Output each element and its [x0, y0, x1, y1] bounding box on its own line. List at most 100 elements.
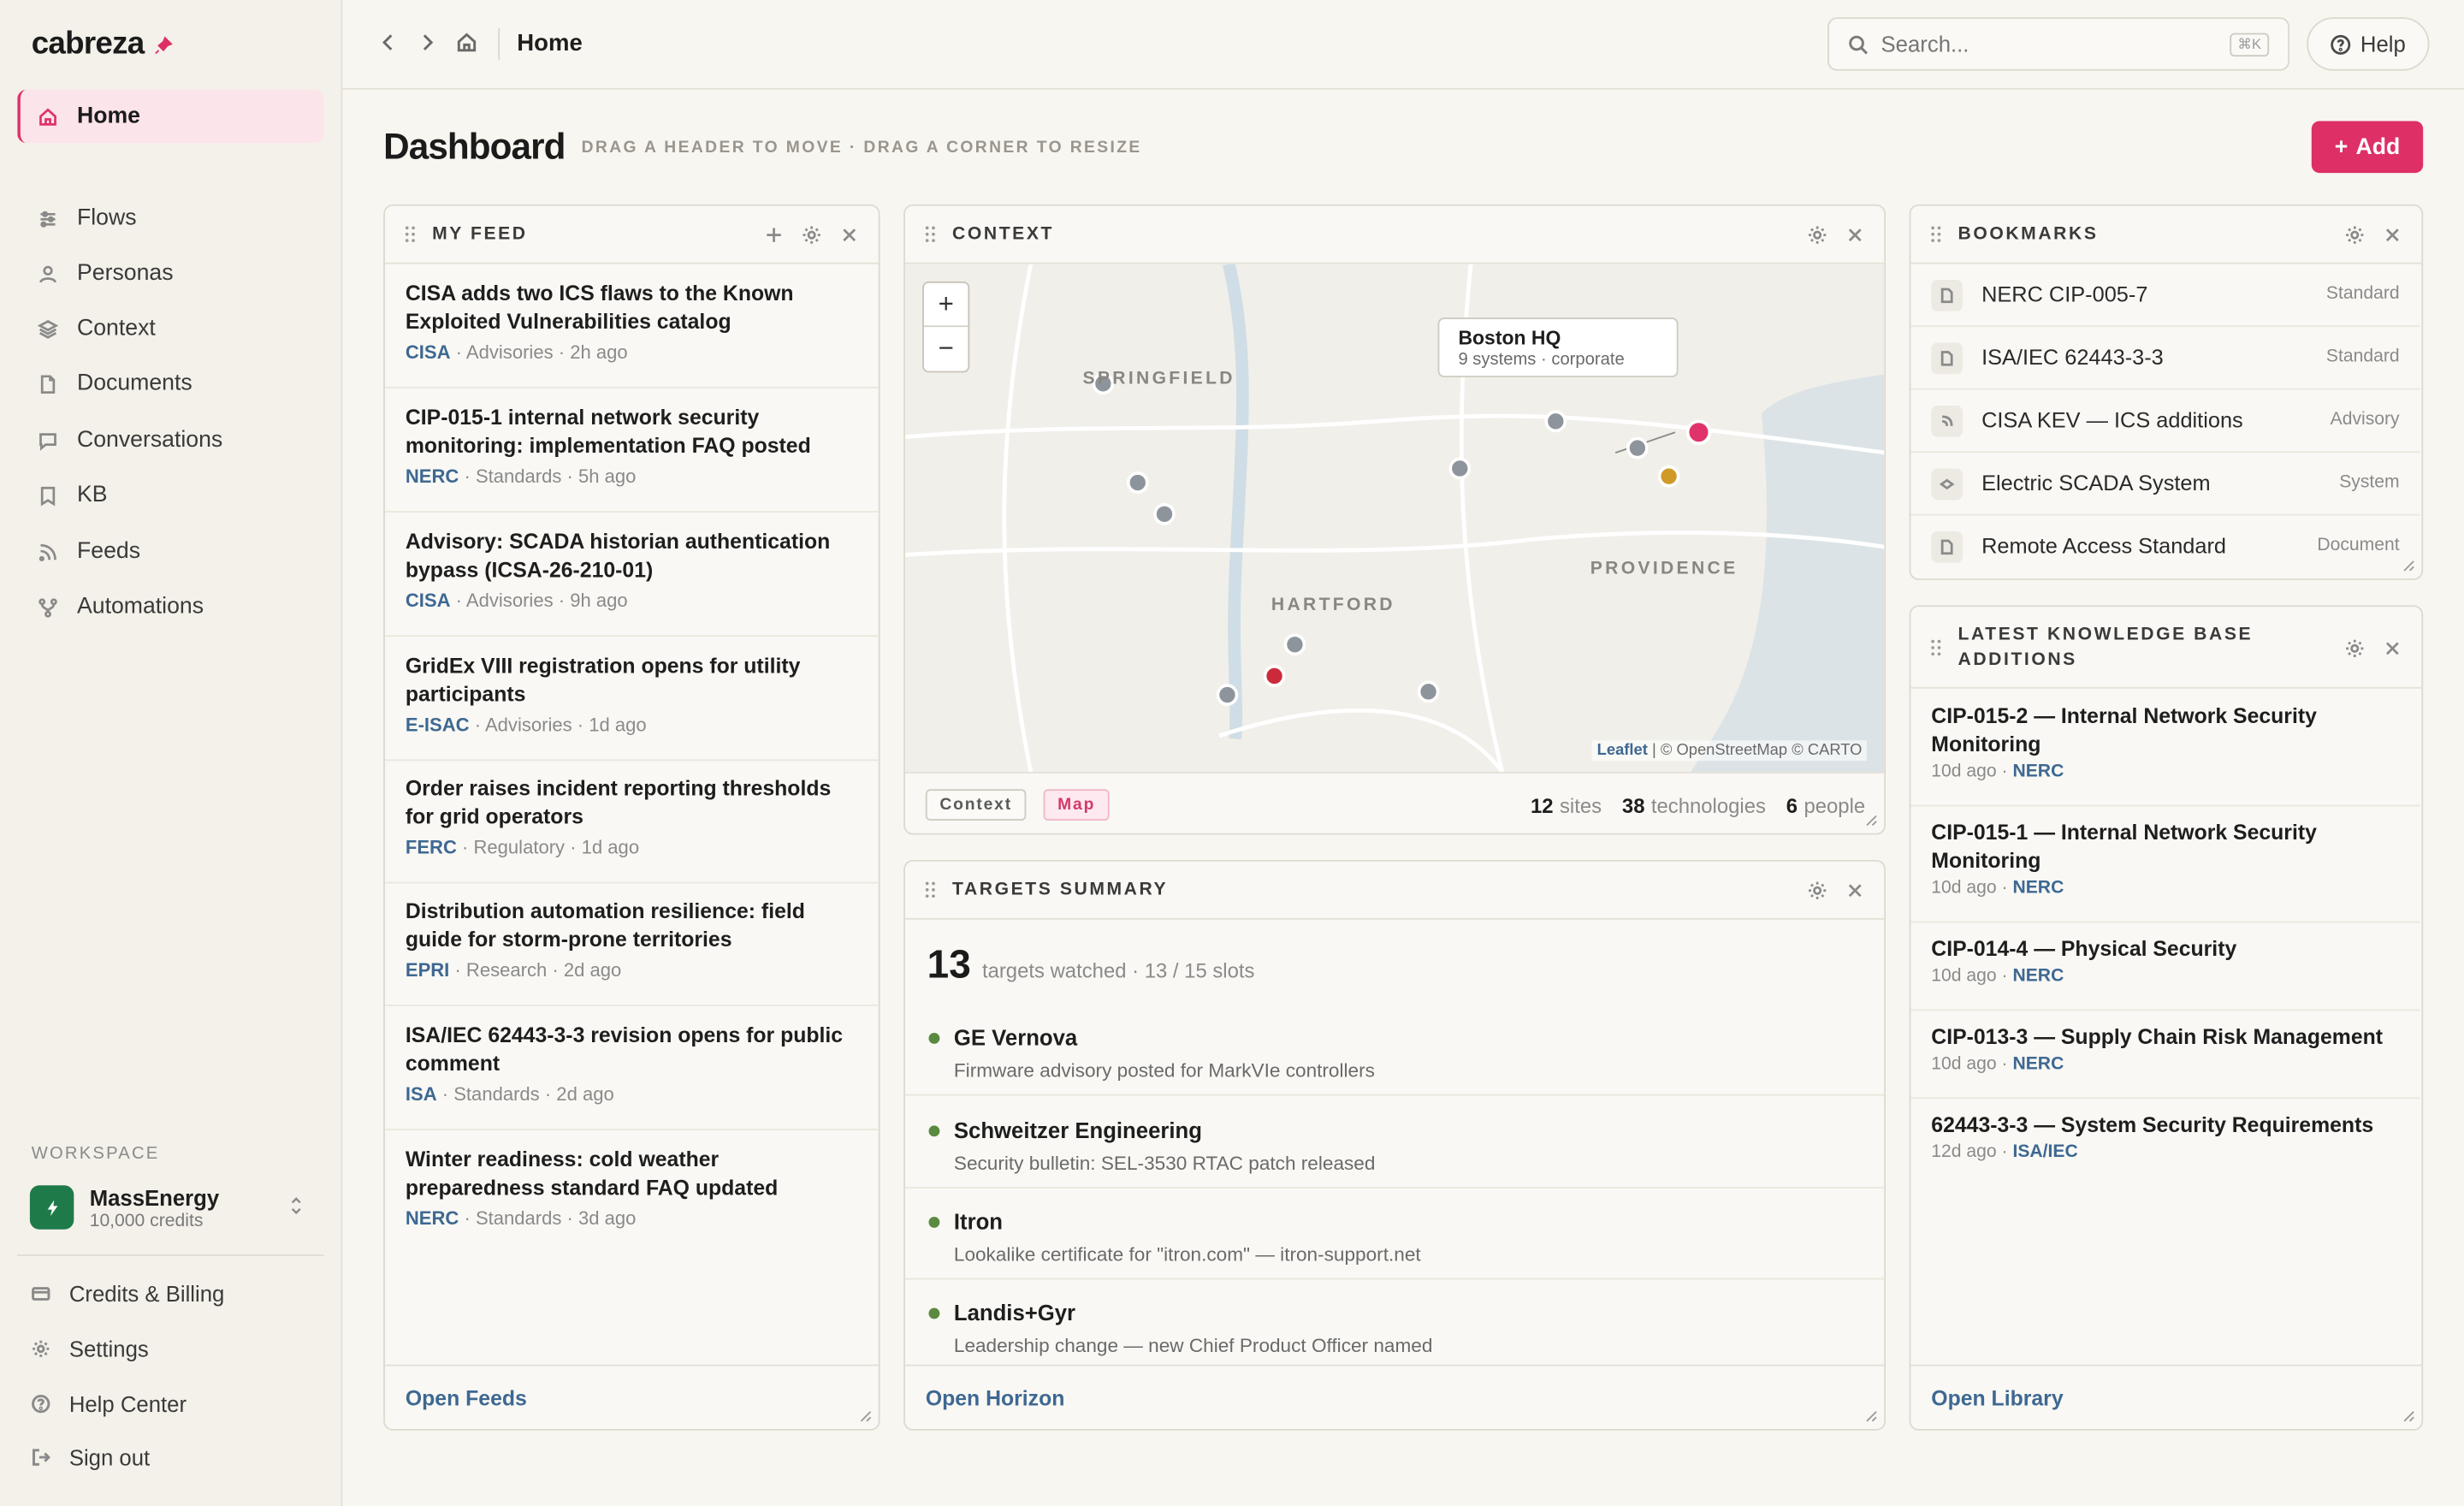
- targets-card-header[interactable]: TARGETS SUMMARY: [904, 862, 1885, 920]
- home-icon[interactable]: [456, 32, 478, 54]
- resize-handle-icon[interactable]: [1865, 815, 1878, 827]
- open-library-link[interactable]: Open Library: [1931, 1385, 2063, 1409]
- drag-handle-icon[interactable]: [1929, 225, 1942, 244]
- feed-item-source[interactable]: CISA: [406, 590, 451, 612]
- search-input[interactable]: [1881, 31, 2212, 57]
- target-row[interactable]: Schweitzer Engineering Security bulletin…: [904, 1097, 1885, 1189]
- target-row[interactable]: Landis+Gyr Leadership change — new Chief…: [905, 1279, 1884, 1371]
- map-view[interactable]: SPRINGFIELD HARTFORD PROVIDENCE + − Bost…: [904, 264, 1886, 773]
- drag-handle-icon[interactable]: [1929, 638, 1942, 657]
- feed-item-source[interactable]: FERC: [406, 836, 457, 858]
- feed-item-source[interactable]: E-ISAC: [406, 714, 470, 736]
- help-center-link[interactable]: Help Center: [32, 1386, 187, 1420]
- open-feeds-link[interactable]: Open Feeds: [406, 1385, 527, 1409]
- feed-item[interactable]: GridEx VIII registration opens for utili…: [384, 652, 879, 762]
- close-icon[interactable]: [1845, 225, 1865, 246]
- feed-item-source[interactable]: EPRI: [406, 959, 449, 981]
- feed-item[interactable]: Order raises incident reporting threshol…: [384, 775, 879, 884]
- app-logo[interactable]: cabreza: [32, 27, 173, 62]
- resize-handle-icon[interactable]: [860, 1410, 873, 1423]
- sidebar-item-documents[interactable]: Documents: [17, 357, 323, 410]
- feed-item-category: Advisories: [465, 341, 554, 364]
- drag-handle-icon[interactable]: [924, 880, 937, 899]
- close-icon[interactable]: [1845, 880, 1865, 901]
- feed-item-title: CISA adds two ICS flaws to the Known Exp…: [405, 281, 794, 334]
- kb-item[interactable]: CIP-015-1 — Internal Network Security Mo…: [1910, 819, 2420, 923]
- context-tag[interactable]: Context: [925, 789, 1027, 821]
- gear-icon[interactable]: [1807, 225, 1827, 246]
- bookmark-item[interactable]: CISA KEV — ICS additions Advisory: [1910, 390, 2420, 454]
- bookmark-item[interactable]: ISA/IEC 62443-3-3 Standard: [1910, 327, 2420, 390]
- feed-item[interactable]: ISA/IEC 62443-3-3 revision opens for pub…: [384, 1022, 879, 1130]
- gear-icon[interactable]: [802, 225, 822, 246]
- target-row[interactable]: Itron Lookalike certificate for "itron.c…: [904, 1189, 1885, 1280]
- resize-handle-icon[interactable]: [1865, 1410, 1878, 1423]
- feed-item-time: 1d ago: [581, 836, 640, 859]
- bookmark-title: Remote Access Standard: [1981, 534, 2227, 559]
- back-icon[interactable]: [377, 32, 400, 54]
- target-desc: Firmware advisory posted for MarkVIe con…: [953, 1059, 1375, 1082]
- sidebar-item-context[interactable]: Context: [17, 302, 323, 355]
- workspace-switcher[interactable]: MassEnergy 10,000 credits: [29, 1183, 313, 1233]
- gear-icon[interactable]: [2344, 225, 2365, 246]
- sign-out-link[interactable]: Sign out: [32, 1440, 150, 1474]
- sidebar-item-feeds[interactable]: Feeds: [17, 525, 323, 578]
- feed-item-title: ISA/IEC 62443-3-3 revision opens for pub…: [405, 1023, 844, 1076]
- feed-item-source[interactable]: NERC: [406, 1207, 459, 1230]
- context-card-header[interactable]: CONTEXT: [904, 206, 1885, 264]
- drag-handle-icon[interactable]: [924, 225, 937, 244]
- close-icon[interactable]: [839, 225, 860, 246]
- kb-item-title: CIP-015-1 — Internal Network Security Mo…: [1931, 821, 2317, 873]
- leaflet-link[interactable]: Leaflet: [1597, 742, 1648, 759]
- close-icon[interactable]: [2382, 225, 2402, 246]
- feed-item[interactable]: Advisory: SCADA historian authentication…: [384, 528, 879, 637]
- forward-icon[interactable]: [417, 32, 439, 54]
- credits-billing-link[interactable]: Credits & Billing: [32, 1277, 224, 1311]
- add-button[interactable]: + Add: [2311, 121, 2424, 174]
- sidebar-item-kb[interactable]: KB: [17, 468, 323, 521]
- home-icon: [38, 106, 58, 127]
- feed-item[interactable]: Winter readiness: cold weather preparedn…: [385, 1146, 879, 1254]
- resize-handle-icon[interactable]: [2402, 560, 2415, 572]
- feed-item-source[interactable]: ISA: [406, 1083, 437, 1106]
- map-canvas[interactable]: [904, 264, 1886, 773]
- feed-item[interactable]: CIP-015-1 internal network security moni…: [384, 404, 879, 513]
- search-box[interactable]: ⌘K: [1827, 17, 2290, 71]
- feed-item-source[interactable]: NERC: [406, 465, 459, 488]
- map-tag[interactable]: Map: [1043, 789, 1110, 821]
- feed-item[interactable]: Distribution automation resilience: fiel…: [384, 898, 879, 1006]
- kb-item[interactable]: CIP-014-4 — Physical Security 10d ago · …: [1910, 935, 2420, 1011]
- bookmark-item[interactable]: NERC CIP-005-7 Standard: [1910, 264, 2420, 328]
- plus-icon[interactable]: [764, 225, 785, 246]
- feed-item-source[interactable]: CISA: [406, 341, 451, 364]
- kb-item[interactable]: 62443-3-3 — System Security Requirements…: [1910, 1112, 2420, 1187]
- sidebar-item-automations[interactable]: Automations: [17, 580, 323, 633]
- close-icon[interactable]: [2382, 638, 2402, 659]
- sidebar-item-conversations[interactable]: Conversations: [17, 413, 323, 466]
- feed-item[interactable]: CISA adds two ICS flaws to the Known Exp…: [384, 280, 879, 388]
- zoom-out-button[interactable]: −: [924, 327, 968, 371]
- target-desc: Leadership change — new Chief Product Of…: [953, 1334, 1433, 1357]
- gear-icon[interactable]: [1807, 880, 1827, 901]
- feed-item-time: 2d ago: [563, 958, 622, 981]
- target-name: Landis+Gyr: [953, 1300, 1076, 1325]
- kb-item[interactable]: CIP-015-2 — Internal Network Security Mo…: [1910, 703, 2420, 807]
- rss-icon: [38, 542, 58, 562]
- gear-icon[interactable]: [2344, 638, 2365, 659]
- sidebar-item-home[interactable]: Home: [17, 89, 324, 144]
- search-shortcut: ⌘K: [2230, 33, 2270, 57]
- bookmark-item[interactable]: Electric SCADA System System: [1910, 453, 2420, 516]
- feed-item-title: Distribution automation resilience: fiel…: [405, 898, 805, 952]
- resize-handle-icon[interactable]: [2402, 1410, 2415, 1423]
- kb-item[interactable]: CIP-013-3 — Supply Chain Risk Management…: [1910, 1023, 2420, 1100]
- settings-link[interactable]: Settings: [32, 1331, 149, 1366]
- open-horizon-link[interactable]: Open Horizon: [926, 1385, 1065, 1409]
- zoom-in-button[interactable]: +: [923, 283, 968, 328]
- drag-handle-icon[interactable]: [404, 225, 417, 244]
- bookmark-kind: Standard: [2325, 347, 2400, 367]
- help-button[interactable]: Help: [2307, 17, 2430, 71]
- bookmark-item[interactable]: Remote Access Standard Document: [1910, 516, 2420, 578]
- target-row[interactable]: GE Vernova Firmware advisory posted for …: [904, 1005, 1885, 1096]
- sidebar-item-personas[interactable]: Personas: [17, 246, 323, 299]
- sidebar-item-flows[interactable]: Flows: [17, 192, 323, 245]
